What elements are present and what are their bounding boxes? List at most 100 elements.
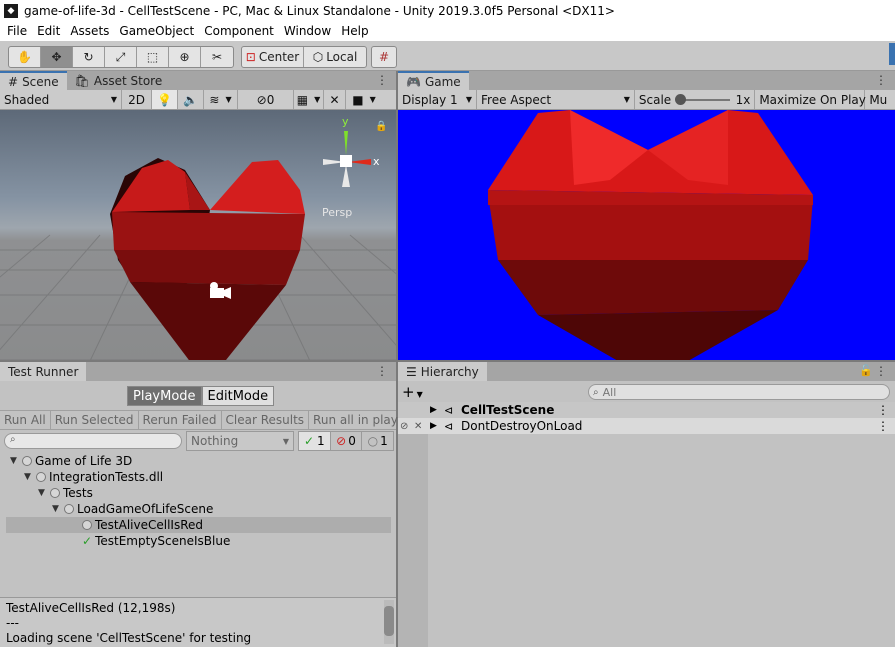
hierarchy-search-input[interactable]: ⌕ All: [588, 384, 890, 400]
display-dropdown[interactable]: Display 1 ▼: [398, 90, 477, 109]
failed-icon: ⊘: [336, 434, 347, 448]
tab-hierarchy[interactable]: ☰ Hierarchy: [398, 362, 487, 381]
move-tool-button[interactable]: ✥: [41, 47, 73, 67]
persp-label[interactable]: Persp: [322, 206, 352, 219]
runner-menu-icon[interactable]: ⋮: [376, 364, 388, 378]
pivot-local-button[interactable]: ⬡ Local: [304, 47, 366, 67]
pivot-toggles: ⊡ Center ⬡ Local: [241, 46, 367, 68]
tab-scene-label: Scene: [22, 74, 59, 89]
custom-tool-button[interactable]: ✂: [201, 47, 233, 67]
transform-tools: ✋ ✥ ↻ ⤢ ⬚ ⊕ ✂: [8, 46, 234, 68]
scale-value: 1x: [735, 92, 751, 107]
menu-edit[interactable]: Edit: [32, 24, 65, 38]
scene-menu-icon[interactable]: ⋮: [376, 73, 388, 87]
skipped-filter-toggle[interactable]: ○ 1: [362, 432, 393, 450]
hierarchy-menu-icon[interactable]: ⋮: [875, 364, 887, 378]
tools-toggle[interactable]: ✕: [324, 90, 346, 109]
clear-results-button[interactable]: Clear Results: [222, 411, 310, 429]
pick-disabled-icon[interactable]: ✕: [414, 421, 422, 432]
tree-node[interactable]: ▼ Game of Life 3D: [10, 453, 132, 469]
lock-icon[interactable]: 🔒: [375, 121, 387, 132]
playmode-button[interactable]: PlayMode: [127, 386, 202, 406]
scale-track: [675, 93, 730, 105]
camera-dropdown[interactable]: ■ ▼: [346, 90, 382, 109]
maximize-on-play-toggle[interactable]: Maximize On Play: [755, 90, 866, 109]
wrench-icon: ✕: [329, 92, 340, 107]
expand-triangle-icon[interactable]: ▼: [10, 456, 22, 466]
hand-tool-button[interactable]: ✋: [9, 47, 41, 67]
menu-window[interactable]: Window: [279, 24, 336, 38]
game-menu-icon[interactable]: ⋮: [875, 73, 887, 87]
transform-tool-button[interactable]: ⊕: [169, 47, 201, 67]
2d-toggle[interactable]: 2D: [122, 90, 152, 109]
scale-tool-button[interactable]: ⤢: [105, 47, 137, 67]
tab-scene[interactable]: # Scene: [0, 71, 67, 90]
hierarchy-row[interactable]: ▶ ⊲ CellTestScene ⋮: [398, 402, 895, 418]
eye-hidden-icon[interactable]: ⊘: [400, 421, 408, 432]
log-scrollbar[interactable]: [384, 600, 394, 644]
expand-triangle-icon[interactable]: ▶: [430, 421, 437, 431]
tree-node[interactable]: ▼ Tests: [38, 485, 93, 501]
category-filter-dropdown[interactable]: Nothing ▼: [186, 431, 294, 451]
game-viewport[interactable]: [398, 110, 895, 361]
orientation-gizmo[interactable]: y x: [311, 115, 381, 197]
expand-triangle-icon[interactable]: ▼: [52, 504, 64, 514]
hidden-count: 0: [266, 92, 275, 107]
tree-leaf[interactable]: ✓ TestEmptySceneIsBlue: [82, 533, 230, 549]
rect-tool-button[interactable]: ⬚: [137, 47, 169, 67]
tab-asset-store[interactable]: 🛍 Asset Store: [67, 71, 171, 90]
run-all-button[interactable]: Run All: [0, 411, 51, 429]
light-bulb-icon: 💡: [157, 92, 172, 107]
grid-snap-button[interactable]: #: [372, 47, 396, 67]
menu-assets[interactable]: Assets: [65, 24, 114, 38]
tree-node[interactable]: ▼ IntegrationTests.dll: [24, 469, 163, 485]
snap-group: #: [371, 46, 397, 68]
mute-audio-toggle[interactable]: Mu: [865, 90, 895, 109]
tree-node[interactable]: ▼ LoadGameOfLifeScene: [52, 501, 213, 517]
aspect-dropdown[interactable]: Free Aspect ▼: [477, 90, 635, 109]
run-selected-button[interactable]: Run Selected: [51, 411, 139, 429]
hierarchy-row[interactable]: ⊘ ✕ ▶ ⊲ DontDestroyOnLoad ⋮: [398, 418, 895, 434]
lighting-toggle[interactable]: 💡: [152, 90, 178, 109]
lock-icon[interactable]: 🔓: [859, 364, 873, 377]
create-button[interactable]: + ▼: [402, 383, 423, 401]
menu-gameobject[interactable]: GameObject: [114, 24, 199, 38]
tree-node-label: LoadGameOfLifeScene: [77, 502, 214, 516]
scale-slider[interactable]: Scale 1x: [635, 90, 756, 109]
rotate-tool-button[interactable]: ↻: [73, 47, 105, 67]
row-menu-icon[interactable]: ⋮: [877, 403, 889, 417]
pivot-center-button[interactable]: ⊡ Center: [242, 47, 305, 67]
run-buttons-bar: Run All Run Selected Rerun Failed Clear …: [0, 410, 410, 430]
tab-game[interactable]: 🎮 Game: [398, 71, 469, 90]
passed-check-icon: ✓: [82, 534, 93, 548]
shading-dropdown[interactable]: Shaded ▼: [0, 90, 122, 109]
expand-triangle-icon[interactable]: ▶: [430, 405, 437, 415]
hidden-objects-toggle[interactable]: ⊘ 0: [238, 90, 294, 109]
log-scrollbar-thumb[interactable]: [384, 606, 394, 636]
expand-triangle-icon[interactable]: ▼: [24, 472, 36, 482]
search-icon: ⌕: [10, 434, 16, 445]
grid-dropdown[interactable]: ▦ ▼: [294, 90, 324, 109]
scale-thumb[interactable]: [675, 93, 687, 105]
check-icon: ✓: [303, 434, 315, 448]
log-line: ---: [6, 616, 19, 630]
skipped-count: 1: [380, 434, 388, 448]
scene-viewport[interactable]: y x 🔒 Persp: [0, 110, 396, 361]
menu-help[interactable]: Help: [336, 24, 373, 38]
row-menu-icon[interactable]: ⋮: [877, 419, 889, 433]
tree-leaf[interactable]: TestAliveCellIsRed: [82, 517, 203, 533]
menu-file[interactable]: File: [2, 24, 32, 38]
rerun-failed-button[interactable]: Rerun Failed: [139, 411, 222, 429]
scene-toolbar: Shaded ▼ 2D 💡 🔈 ≋ ▼ ⊘ 0 ▦ ▼ ✕ ■ ▼: [0, 90, 396, 110]
audio-toggle[interactable]: 🔈: [178, 90, 204, 109]
effects-dropdown[interactable]: ≋ ▼: [204, 90, 238, 109]
expand-triangle-icon[interactable]: ▼: [38, 488, 50, 498]
test-search-input[interactable]: ⌕: [4, 433, 182, 449]
tab-test-runner[interactable]: Test Runner: [0, 362, 87, 381]
menu-component[interactable]: Component: [199, 24, 279, 38]
test-output-log[interactable]: TestAliveCellIsRed (12,198s) --- Loading…: [0, 597, 396, 647]
editmode-button[interactable]: EditMode: [201, 386, 275, 406]
passed-filter-toggle[interactable]: ✓ 1: [299, 432, 331, 450]
failed-filter-toggle[interactable]: ⊘ 0: [331, 432, 363, 450]
game-tabstrip: 🎮 Game ⋮: [398, 71, 895, 90]
